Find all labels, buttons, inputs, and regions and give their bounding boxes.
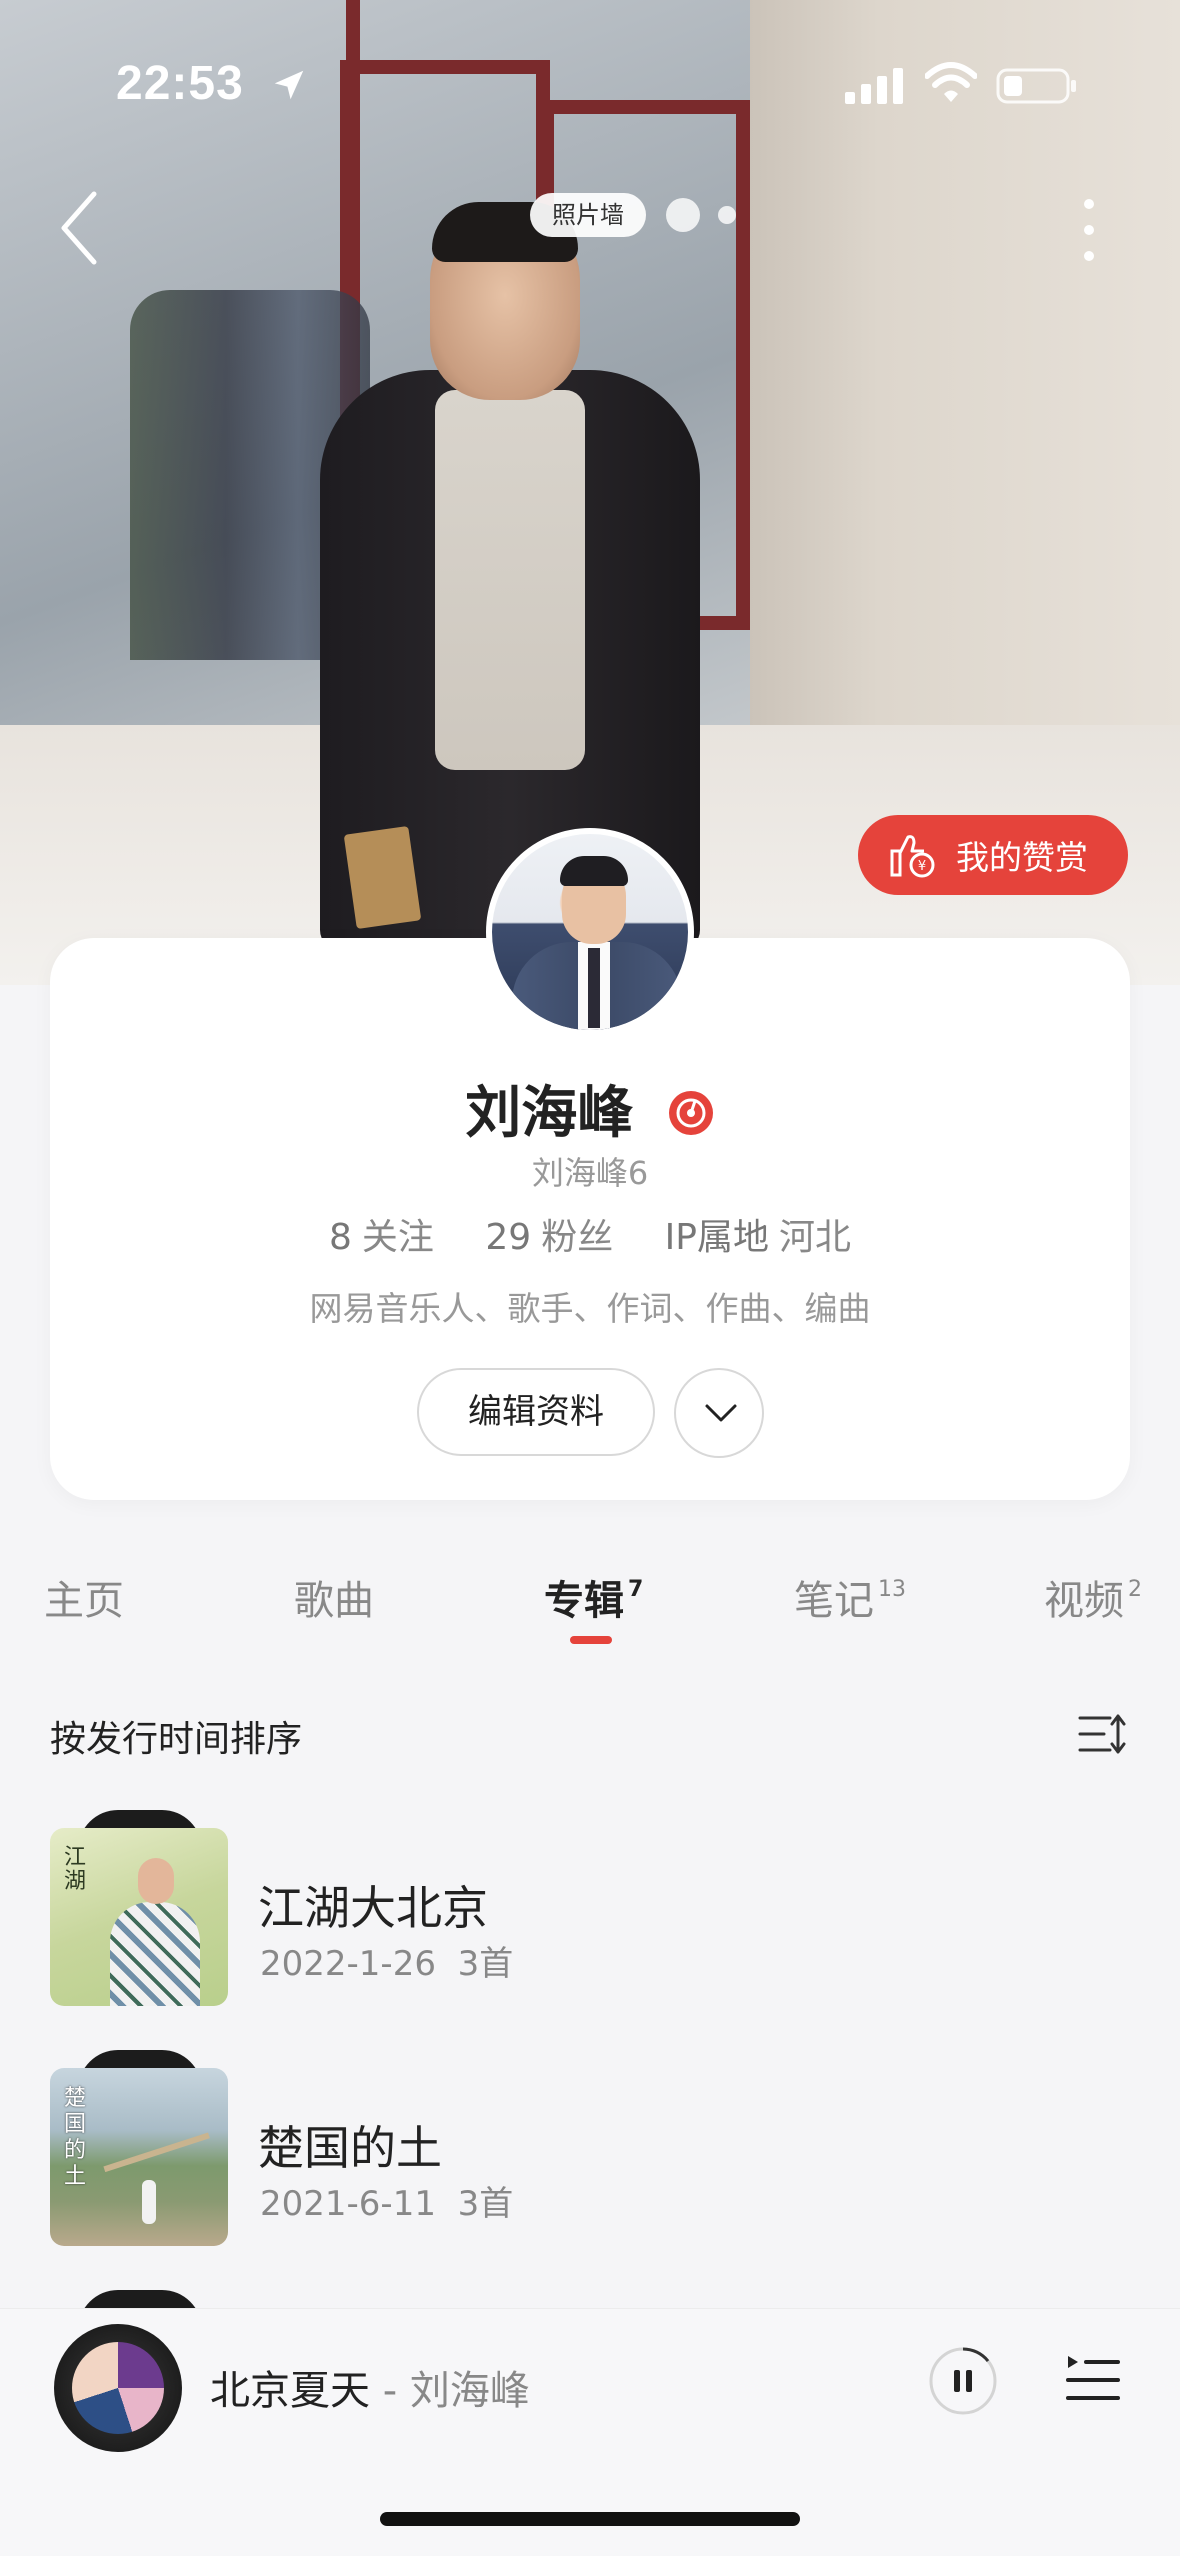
avatar[interactable] — [486, 828, 694, 1036]
sort-label[interactable]: 按发行时间排序 — [50, 1710, 302, 1762]
my-appreciation-label: 我的赞赏 — [956, 838, 1088, 877]
more-icon[interactable] — [1075, 190, 1103, 270]
profile-name-row: 刘海峰 — [0, 1068, 1180, 1149]
status-time: 22:53 — [116, 57, 244, 110]
album-cover-text: 江湖 — [64, 1845, 87, 1894]
tab-videos[interactable]: 视频 2 — [1044, 1568, 1142, 1626]
album-meta: 2022-1-26 3首 — [260, 1936, 513, 1985]
tab-albums[interactable]: 专辑 7 — [544, 1568, 643, 1626]
following-stat[interactable]: 8 关注 — [329, 1217, 445, 1258]
album-title: 楚国的土 — [258, 2121, 442, 2175]
status-bar: 22:53 — [0, 0, 1180, 170]
album-cover: 楚国的土 — [50, 2068, 228, 2246]
edit-profile-button[interactable]: 编辑资料 — [417, 1368, 655, 1456]
ip-label: IP属地 — [664, 1217, 769, 1258]
signal-icon — [845, 68, 903, 104]
now-playing-disc[interactable] — [54, 2324, 182, 2452]
now-playing-title[interactable]: 北京夏天 - 刘海峰 — [210, 2358, 530, 2416]
photo-page-dot[interactable] — [666, 198, 700, 232]
following-label: 关注 — [361, 1217, 434, 1258]
album-track-count: 3首 — [457, 2184, 514, 2224]
album-cover: 江湖 — [50, 1828, 228, 2006]
tab-albums-count: 7 — [628, 1576, 644, 1602]
playlist-icon[interactable] — [1064, 2352, 1122, 2406]
home-indicator — [380, 2512, 800, 2526]
album-date: 2022-1-26 — [260, 1944, 436, 1984]
ip-location: 河北 — [778, 1217, 851, 1258]
svg-text:¥: ¥ — [918, 859, 926, 874]
tab-videos-count: 2 — [1128, 1576, 1142, 1602]
cover-person — [320, 202, 700, 950]
sort-icon[interactable] — [1076, 1710, 1126, 1758]
active-tab-indicator — [570, 1636, 612, 1644]
following-count: 8 — [329, 1217, 352, 1258]
photo-wall-tab[interactable]: 照片墙 — [530, 193, 646, 237]
album-track-count: 3首 — [457, 1944, 514, 1984]
album-meta: 2021-6-11 3首 — [260, 2176, 513, 2225]
profile-name: 刘海峰 — [465, 1081, 634, 1146]
album-date: 2021-6-11 — [260, 2184, 436, 2224]
now-playing-song: 北京夏天 — [210, 2368, 370, 2414]
tab-songs[interactable]: 歌曲 — [294, 1568, 374, 1626]
list-item[interactable]: 楚国的土 楚国的土 2021-6-11 3首 — [50, 2050, 1130, 2258]
wifi-icon — [925, 62, 977, 102]
ip-location-stat: IP属地 河北 — [665, 1217, 851, 1258]
profile-nickname: 刘海峰6 — [531, 1154, 649, 1192]
album-cover-text: 楚国的土 — [64, 2086, 87, 2189]
tab-home[interactable]: 主页 — [44, 1568, 124, 1626]
fans-stat[interactable]: 29 粉丝 — [485, 1217, 624, 1258]
now-playing-artist: 刘海峰 — [409, 2368, 530, 2414]
fans-label: 粉丝 — [541, 1217, 614, 1258]
back-icon[interactable] — [56, 188, 102, 268]
list-item[interactable]: 江湖 江湖大北京 2022-1-26 3首 — [50, 1810, 1130, 2018]
tab-notes-count: 13 — [878, 1576, 906, 1602]
fans-count: 29 — [485, 1217, 532, 1258]
my-appreciation-button[interactable]: ¥ 我的赞赏 — [858, 815, 1128, 895]
chevron-down-icon — [705, 1404, 737, 1422]
location-arrow-icon — [274, 70, 304, 100]
now-playing-separator: - — [370, 2368, 410, 2414]
tab-notes[interactable]: 笔记 13 — [794, 1568, 906, 1626]
profile-description: 网易音乐人、歌手、作词、作曲、编曲 — [309, 1289, 871, 1328]
profile-stats: 8 关注 29 粉丝 IP属地 河北 — [0, 1208, 1180, 1260]
pause-icon[interactable] — [928, 2346, 998, 2416]
album-title: 江湖大北京 — [258, 1881, 488, 1935]
thumbs-up-coin-icon: ¥ — [890, 835, 935, 878]
musician-badge-icon[interactable] — [667, 1089, 715, 1137]
battery-icon — [996, 68, 1076, 104]
expand-profile-button[interactable] — [674, 1368, 764, 1458]
photo-page-dot[interactable] — [718, 206, 736, 224]
